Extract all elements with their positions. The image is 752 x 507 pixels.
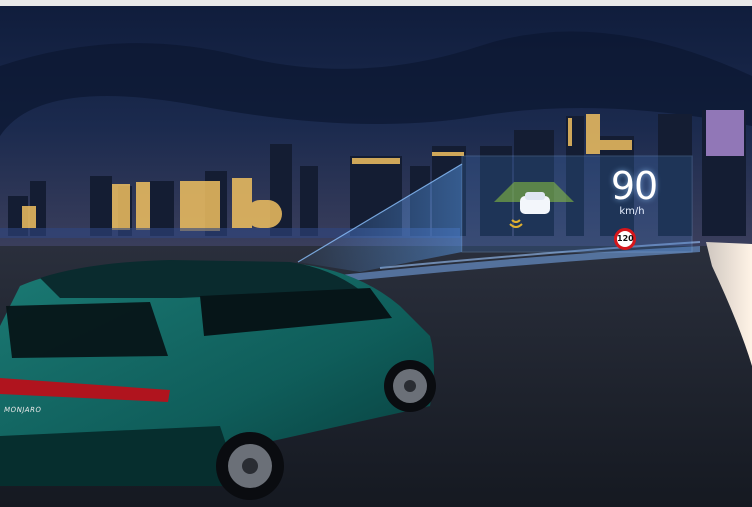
- ad-scene: 90 km/h 120 MONJARO: [0, 0, 752, 507]
- rear-window: [6, 302, 168, 358]
- speed-unit: km/h: [619, 206, 645, 217]
- lower-body: [0, 426, 240, 486]
- car-model-badge: MONJARO: [3, 406, 43, 414]
- rear-wheel: [216, 432, 284, 500]
- night-city-background: [0, 6, 752, 507]
- front-wheel: [384, 360, 436, 412]
- speed-limit-sign: 120: [614, 228, 636, 250]
- purple-tower: [706, 110, 744, 156]
- speed-readout: 90: [610, 164, 658, 208]
